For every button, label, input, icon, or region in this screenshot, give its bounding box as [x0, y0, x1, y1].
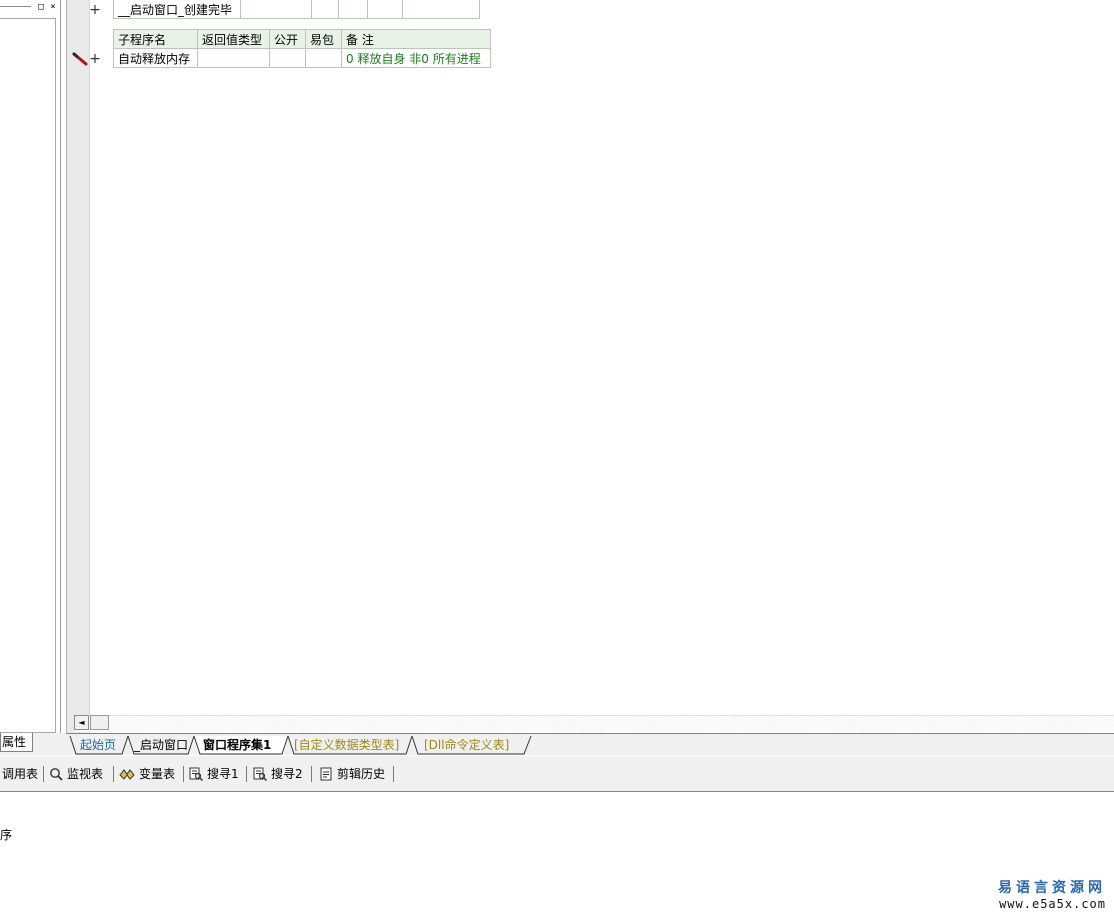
toolbar-divider [183, 766, 184, 782]
event-name-cell[interactable]: __启动窗口_创建完毕 [113, 0, 241, 19]
toolbar-divider [311, 766, 312, 782]
document-tab-bar: 起始页 _启动窗口 窗口程序集1 [自定义数据类型表] [Dll命令定义表] [66, 733, 1114, 756]
output-text: 序 [0, 828, 13, 842]
search-list-icon [189, 767, 203, 781]
variable-table-label: 变量表 [139, 767, 176, 781]
editor-gutter [66, 0, 90, 733]
watermark-url: www.e5a5x.com [999, 897, 1106, 911]
watermark-logo: 易语言资源网 www.e5a5x.com [998, 877, 1106, 911]
search1-button[interactable]: 搜寻1 [189, 766, 239, 782]
tab-custom-data-types[interactable]: [自定义数据类型表] [288, 736, 405, 754]
toolbar-divider [113, 766, 114, 782]
table-cell[interactable] [338, 0, 368, 19]
search1-label: 搜寻1 [207, 767, 239, 781]
table-cell[interactable] [402, 0, 480, 19]
table-cell[interactable] [311, 0, 339, 19]
close-icon[interactable]: × [47, 1, 59, 13]
pencil-icon [72, 52, 88, 66]
variable-table-button[interactable]: 变量表 [119, 766, 175, 782]
tab-window-module[interactable]: 窗口程序集1 [197, 736, 277, 754]
tab-start-page[interactable]: 起始页 [74, 736, 122, 754]
toolbar-divider [43, 766, 44, 782]
watch-table-label: 监视表 [67, 767, 104, 781]
watermark-title: 易语言资源网 [998, 880, 1106, 896]
bottom-toolbar: 调用表 监视表 变量表 搜寻1 搜寻2 剪辑历史 [0, 755, 1114, 793]
restore-icon[interactable]: □ [35, 1, 47, 13]
expand-plus-icon[interactable]: + [89, 52, 101, 66]
watch-table-button[interactable]: 监视表 [49, 766, 103, 782]
search2-button[interactable]: 搜寻2 [253, 766, 303, 782]
tab-startup-window[interactable]: _启动窗口 [128, 736, 194, 754]
toolbar-divider [393, 766, 394, 782]
panel-title-bar [0, 6, 31, 8]
subroutine-name-cell[interactable]: 自动释放内存 [113, 48, 198, 68]
event-table: __启动窗口_创建完毕 [113, 0, 480, 19]
search-list-icon [253, 767, 267, 781]
magnifier-icon [50, 768, 63, 781]
table-cell[interactable] [367, 0, 403, 19]
column-header: 子程序名 [113, 29, 198, 49]
clip-history-button[interactable]: 剪辑历史 [319, 766, 385, 782]
property-list [0, 18, 56, 733]
package-cell[interactable] [305, 48, 342, 68]
table-cell[interactable] [240, 0, 312, 19]
expand-plus-icon[interactable]: + [89, 3, 101, 17]
call-table-label: 调用表 [2, 767, 39, 781]
subroutine-table: 子程序名 返回值类型 公开 易包 备 注 自动释放内存 0 释放自身 非0 所有… [113, 29, 491, 68]
column-header: 公开 [269, 29, 306, 49]
call-table-button[interactable]: 调用表 [2, 766, 38, 782]
scroll-left-button[interactable]: ◄ [74, 715, 89, 730]
column-header: 易包 [305, 29, 342, 49]
tab-properties[interactable]: 属性 [0, 733, 33, 752]
search2-label: 搜寻2 [271, 767, 303, 781]
column-header: 备 注 [341, 29, 491, 49]
public-cell[interactable] [269, 48, 306, 68]
table-row: 自动释放内存 0 释放自身 非0 所有进程 [113, 48, 491, 68]
return-type-cell[interactable] [197, 48, 270, 68]
toolbar-divider [246, 766, 247, 782]
clip-history-label: 剪辑历史 [337, 767, 386, 781]
horizontal-scrollbar[interactable] [74, 715, 1114, 732]
variables-icon [119, 769, 135, 780]
output-panel: 序 [0, 792, 1114, 915]
column-header: 返回值类型 [197, 29, 270, 49]
tab-dll-commands[interactable]: [Dll命令定义表] [418, 736, 515, 754]
clipboard-icon [320, 767, 332, 781]
property-panel: □ × [0, 0, 61, 733]
table-header-row: 子程序名 返回值类型 公开 易包 备 注 [113, 29, 491, 49]
table-row: __启动窗口_创建完毕 [113, 0, 480, 19]
remark-cell[interactable]: 0 释放自身 非0 所有进程 [341, 48, 491, 68]
scroll-thumb[interactable] [90, 715, 109, 730]
